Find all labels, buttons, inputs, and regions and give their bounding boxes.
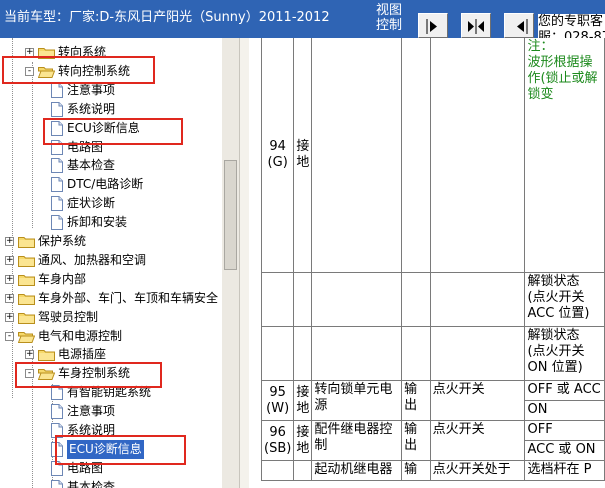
folder-icon bbox=[18, 235, 35, 248]
tree-item[interactable]: + 车身内部 bbox=[0, 270, 222, 289]
highlight-box bbox=[2, 56, 155, 84]
panel-splitter[interactable] bbox=[239, 38, 249, 488]
navigation-tree: + 转向系统 - 转向控制系统 注意事项 系统说明 ECU诊断信息 电路图 基本检查 DTC/电路… bbox=[0, 38, 222, 488]
document-icon bbox=[51, 82, 63, 98]
expand-icon[interactable]: + bbox=[5, 255, 14, 265]
folder-icon bbox=[38, 348, 55, 362]
condition-cell: 点火开关 bbox=[429, 420, 526, 461]
value-cell: OFF 或 ACC bbox=[524, 380, 605, 401]
condition-cell: 点火开关处于 bbox=[429, 460, 526, 481]
folder-icon bbox=[17, 330, 36, 343]
unlock-on-cell: 解锁状态 (点火开关 ON 位置) bbox=[524, 326, 605, 381]
arrow-left-icon bbox=[517, 19, 528, 34]
tree-item[interactable]: DTC/电路诊断 bbox=[0, 175, 222, 194]
tree-item[interactable]: 系统说明 bbox=[0, 100, 222, 119]
contact-info: 您的专职客 服：028-87 bbox=[538, 14, 605, 38]
io-cell: 输 出 bbox=[401, 380, 431, 421]
condition-cell: 点火开关 bbox=[429, 380, 526, 421]
terminal-cell: 96 (SB) bbox=[260, 420, 295, 461]
io-cell: 输 bbox=[401, 460, 431, 481]
tree-item-label: 系统说明 bbox=[67, 101, 116, 116]
expand-icon[interactable]: + bbox=[25, 350, 34, 360]
desc-cell: 起动机继电器 bbox=[311, 460, 403, 481]
unlock-acc-cell: 解锁状态 (点火开关 ACC 位置) bbox=[524, 272, 605, 327]
tree-item[interactable]: 注意事项 bbox=[0, 402, 222, 421]
tree-item[interactable]: + 驾驶员控制 bbox=[0, 308, 222, 327]
highlight-box bbox=[43, 118, 183, 145]
tree-item[interactable]: + 车身外部、车门、车顶和车辆安全 bbox=[0, 289, 222, 308]
document-icon bbox=[51, 215, 63, 231]
document-icon bbox=[51, 404, 63, 420]
tree-item[interactable]: - 电气和电源控制 bbox=[0, 327, 222, 346]
tree-item-label: 电气和电源控制 bbox=[38, 328, 123, 343]
folder-icon bbox=[18, 273, 35, 286]
tree-item-label: DTC/电路诊断 bbox=[67, 177, 144, 192]
ground-cell: 接 地 bbox=[293, 380, 313, 421]
tree-item[interactable]: 拆卸和安装 bbox=[0, 213, 222, 232]
vehicle-title: 当前车型：厂家:D-东风日产阳光（Sunny）2011-2012 bbox=[4, 10, 330, 25]
ecu-terminal-table: 94 (G) 接 地 注： 波形根据操作(锁止或解锁变 解锁状态 (点火开关 AC… bbox=[260, 38, 605, 481]
expand-icon[interactable]: + bbox=[5, 274, 14, 284]
arrow-right-icon bbox=[426, 19, 437, 34]
view-right-button[interactable] bbox=[418, 13, 448, 38]
tree-item-label: 驾驶员控制 bbox=[38, 309, 99, 324]
collapse-icon[interactable]: - bbox=[5, 331, 14, 341]
value-cell: OFF bbox=[524, 420, 605, 441]
highlight-box bbox=[55, 435, 186, 465]
tree-item[interactable]: + 通风、加热器和空调 bbox=[0, 251, 222, 270]
tree-item-label: 车身外部、车门、车顶和车辆安全 bbox=[38, 290, 219, 305]
highlight-box bbox=[15, 362, 162, 388]
document-icon bbox=[51, 158, 63, 174]
ground-cell: 接 地 bbox=[293, 420, 313, 461]
terminal-cell: 94 (G) bbox=[260, 38, 295, 273]
tree-item-label: 基本检查 bbox=[67, 479, 116, 488]
desc-cell: 转向锁单元电 源 bbox=[311, 380, 403, 421]
view-split-button[interactable] bbox=[461, 13, 491, 38]
terminal-cell: 95 (W) bbox=[260, 380, 295, 421]
tree-item[interactable]: 症状诊断 bbox=[0, 194, 222, 213]
document-icon bbox=[51, 101, 63, 117]
view-control-label: 视图控制 bbox=[376, 3, 403, 33]
content-table-area: 94 (G) 接 地 注： 波形根据操作(锁止或解锁变 解锁状态 (点火开关 AC… bbox=[249, 38, 605, 488]
split-arrows-icon bbox=[468, 19, 484, 34]
tree-item[interactable]: 基本检查 bbox=[0, 478, 222, 488]
tree-item-label: 拆卸和安装 bbox=[67, 215, 128, 230]
value-cell: ACC 或 ON bbox=[524, 440, 605, 461]
value-cell: 选档杆在 P bbox=[524, 460, 605, 481]
tree-item[interactable]: 基本检查 bbox=[0, 156, 222, 175]
header-bar: 当前车型：厂家:D-东风日产阳光（Sunny）2011-2012 视图控制 您的… bbox=[0, 0, 605, 38]
desc-cell: 配件继电器控 制 bbox=[311, 420, 403, 461]
tree-item-label: 车身内部 bbox=[38, 271, 87, 286]
expand-icon[interactable]: + bbox=[5, 237, 14, 246]
folder-icon bbox=[18, 292, 35, 305]
tree-item-label: 保护系统 bbox=[38, 234, 87, 248]
tree-item-label: 基本检查 bbox=[67, 158, 116, 173]
document-icon bbox=[51, 196, 63, 212]
waveform-note: 注： 波形根据操作(锁止或解锁变 bbox=[524, 38, 605, 273]
tree-item[interactable]: + 保护系统 bbox=[0, 232, 222, 251]
document-icon bbox=[51, 479, 63, 488]
expand-icon[interactable]: + bbox=[5, 312, 14, 322]
ground-cell: 接 地 bbox=[293, 38, 313, 273]
value-cell: ON bbox=[524, 400, 605, 421]
expand-icon[interactable]: + bbox=[5, 293, 14, 303]
tree-item-label: 症状诊断 bbox=[67, 196, 116, 211]
folder-icon bbox=[18, 311, 35, 324]
document-icon bbox=[51, 177, 63, 193]
tree-item-label: 注意事项 bbox=[67, 404, 116, 419]
tree-scrollbar-thumb[interactable] bbox=[224, 160, 237, 270]
tree-item-label: 通风、加热器和空调 bbox=[38, 252, 147, 267]
folder-icon bbox=[18, 254, 35, 267]
io-cell: 输 出 bbox=[401, 420, 431, 461]
view-left-button[interactable] bbox=[504, 13, 534, 38]
